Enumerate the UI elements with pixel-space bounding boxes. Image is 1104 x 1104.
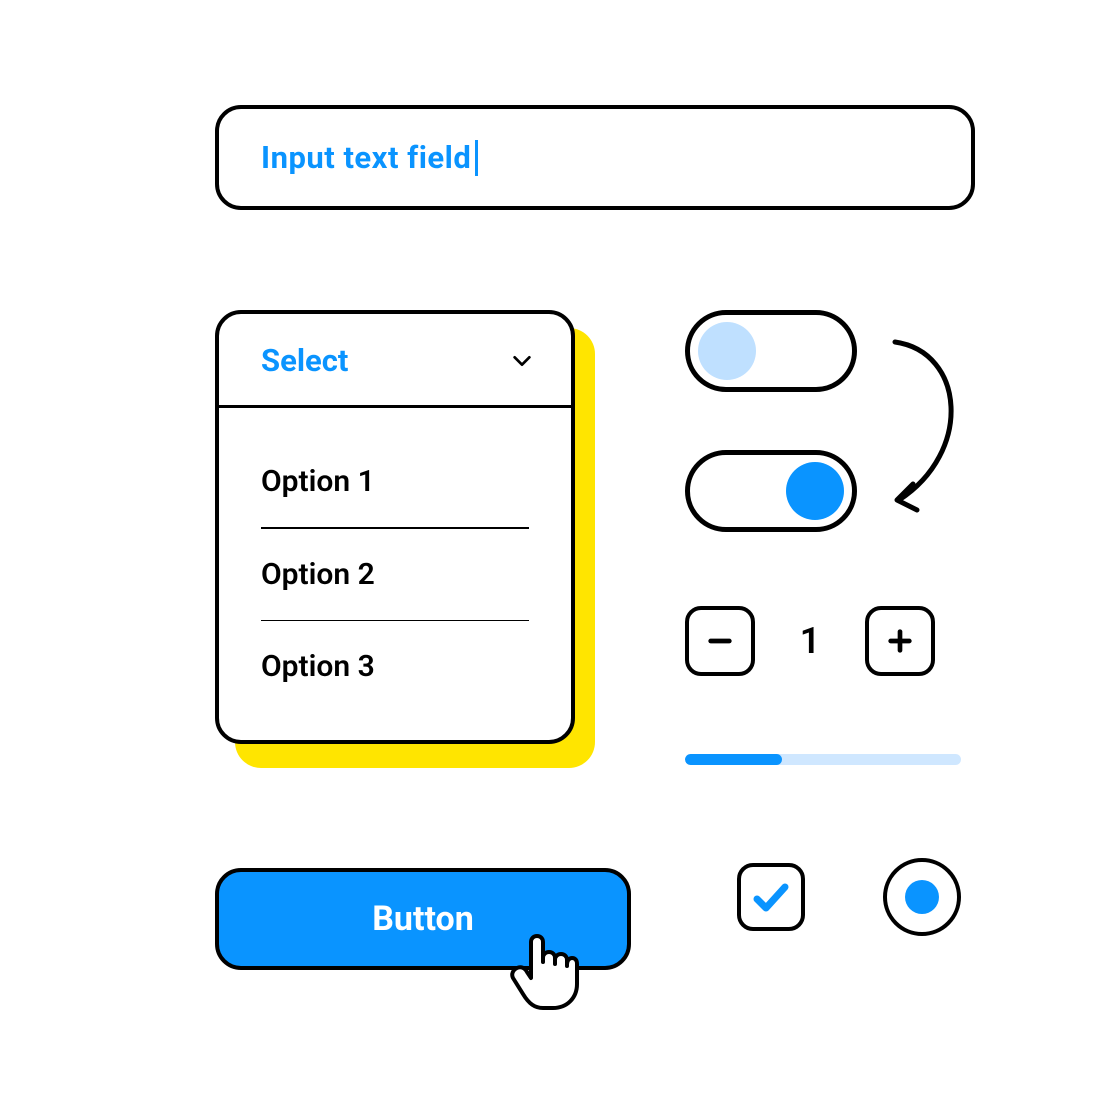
dropdown-label: Select — [261, 342, 348, 379]
text-cursor — [475, 140, 478, 176]
radio-dot — [905, 880, 939, 914]
toggle-on[interactable] — [685, 450, 857, 532]
text-input[interactable]: Input text field — [215, 105, 975, 210]
dropdown-option-2[interactable]: Option 2 — [261, 529, 529, 620]
stepper-value: 1 — [795, 620, 825, 662]
check-icon — [751, 877, 791, 917]
progress-slider[interactable] — [685, 754, 961, 765]
toggle-knob-off — [698, 322, 756, 380]
chevron-down-icon — [511, 350, 533, 372]
decrement-button[interactable] — [685, 606, 755, 676]
dropdown-option-1[interactable]: Option 1 — [261, 436, 529, 527]
select-dropdown[interactable]: Select Option 1 Option 2 Option 3 — [215, 310, 575, 744]
slider-fill — [685, 754, 782, 765]
dropdown-header[interactable]: Select — [219, 314, 571, 408]
plus-icon — [886, 627, 914, 655]
checkbox[interactable] — [737, 863, 805, 931]
increment-button[interactable] — [865, 606, 935, 676]
arrow-icon — [885, 332, 975, 514]
dropdown-option-3[interactable]: Option 3 — [261, 621, 529, 712]
toggle-knob-on — [786, 462, 844, 520]
radio-button[interactable] — [883, 858, 961, 936]
minus-icon — [706, 627, 734, 655]
button-label: Button — [372, 899, 474, 939]
hand-pointer-icon — [509, 932, 579, 1012]
primary-button[interactable]: Button — [215, 868, 631, 970]
toggle-off[interactable] — [685, 310, 857, 392]
text-input-placeholder: Input text field — [261, 139, 471, 176]
quantity-stepper: 1 — [685, 606, 935, 676]
